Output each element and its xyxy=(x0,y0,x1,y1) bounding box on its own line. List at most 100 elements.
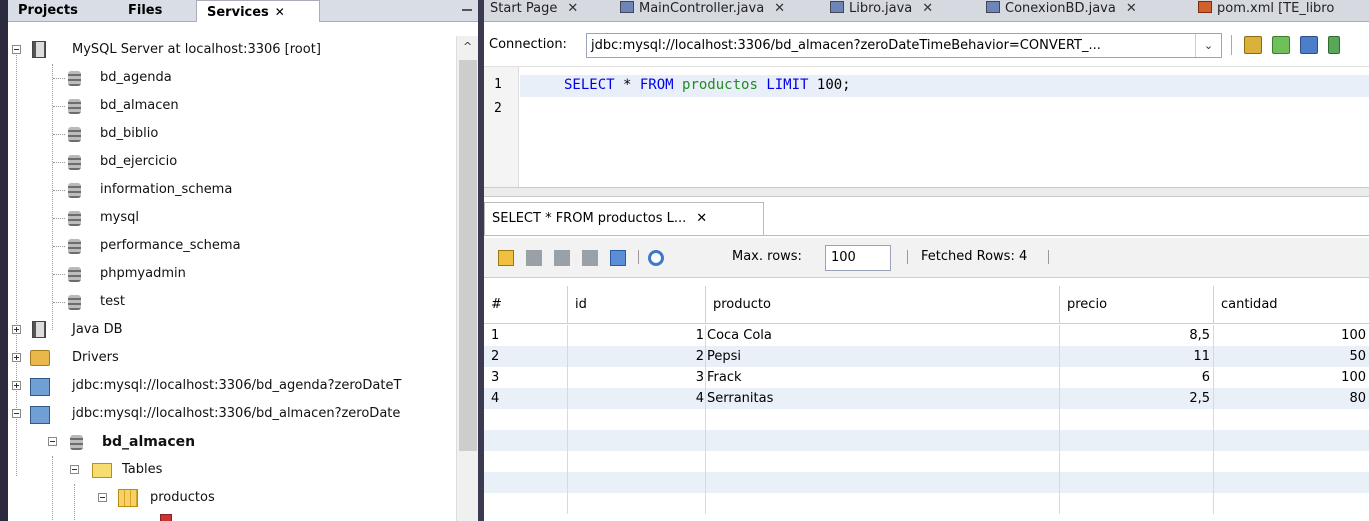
run-statement-icon[interactable] xyxy=(1272,36,1290,54)
line-number: 2 xyxy=(494,101,502,116)
collapse-icon[interactable] xyxy=(12,45,21,54)
connection-value: jdbc:mysql://localhost:3306/bd_almacen?z… xyxy=(591,38,1101,53)
history-icon[interactable] xyxy=(1328,36,1340,54)
refresh-icon[interactable] xyxy=(648,250,664,266)
collapse-icon[interactable] xyxy=(12,409,21,418)
tab-conexionbd[interactable]: ConexionBD.java ✕ xyxy=(980,0,1190,22)
tab-files[interactable]: Files xyxy=(118,0,188,22)
cell-cantidad[interactable]: 50 xyxy=(1214,346,1369,367)
column-header[interactable]: # xyxy=(484,286,568,324)
expand-icon[interactable] xyxy=(12,381,21,390)
column-header[interactable]: producto xyxy=(706,286,1060,324)
close-icon[interactable]: ✕ xyxy=(567,1,578,16)
minimize-icon[interactable] xyxy=(462,9,472,11)
cell-cantidad[interactable]: 100 xyxy=(1214,367,1369,388)
results-tabs: SELECT * FROM productos L... ✕ xyxy=(484,198,1369,236)
cell-producto[interactable]: Serranitas xyxy=(706,388,1060,409)
cell-precio[interactable]: 8,5 xyxy=(1060,325,1214,346)
cancel-edits-icon[interactable] xyxy=(582,250,598,266)
cell-precio[interactable]: 6 xyxy=(1060,367,1214,388)
select-connection-icon[interactable] xyxy=(1300,36,1318,54)
table-row[interactable]: 1 1 Coca Cola 8,5 100 xyxy=(484,325,1369,346)
expand-icon[interactable] xyxy=(12,325,21,334)
cell-cantidad[interactable]: 80 xyxy=(1214,388,1369,409)
column-header[interactable]: cantidad xyxy=(1214,286,1369,324)
tree-item-db[interactable]: bd_agenda xyxy=(8,64,456,92)
collapse-icon[interactable] xyxy=(98,493,107,502)
run-sql-icon[interactable] xyxy=(1244,36,1262,54)
cell-rownum: 1 xyxy=(484,325,568,346)
collapse-icon[interactable] xyxy=(48,437,57,446)
database-icon xyxy=(68,295,81,310)
close-icon[interactable]: ✕ xyxy=(275,5,285,19)
cell-id[interactable]: 4 xyxy=(568,388,706,409)
tree-item-db[interactable]: bd_ejercicio xyxy=(8,148,456,176)
truncate-table-icon[interactable] xyxy=(610,250,626,266)
cell-precio[interactable]: 11 xyxy=(1060,346,1214,367)
database-icon xyxy=(68,71,81,86)
services-panel: Projects Files Services ✕ MySQL Server at… xyxy=(8,0,478,521)
tree-item-db[interactable]: information_schema xyxy=(8,176,456,204)
tab-maincontroller[interactable]: MainController.java ✕ xyxy=(614,0,822,22)
tree-item-label: jdbc:mysql://localhost:3306/bd_almacen?z… xyxy=(72,406,401,421)
cell-cantidad[interactable]: 100 xyxy=(1214,325,1369,346)
tree-item-schema[interactable]: bd_almacen xyxy=(8,428,456,456)
close-icon[interactable]: ✕ xyxy=(696,211,707,226)
tree-item-drivers[interactable]: Drivers xyxy=(8,344,456,372)
sql-editor[interactable]: 1 2 SELECT * FROM productos LIMIT 100; xyxy=(484,66,1369,187)
insert-record-icon[interactable] xyxy=(498,250,514,266)
table-row[interactable]: 4 4 Serranitas 2,5 80 xyxy=(484,388,1369,409)
tree-item-connection-almacen[interactable]: jdbc:mysql://localhost:3306/bd_almacen?z… xyxy=(8,400,456,428)
chevron-down-icon[interactable]: ⌄ xyxy=(1195,34,1221,57)
tab-query-result[interactable]: SELECT * FROM productos L... ✕ xyxy=(484,202,764,235)
tree-item-label: Java DB xyxy=(72,322,123,337)
connection-select[interactable]: jdbc:mysql://localhost:3306/bd_almacen?z… xyxy=(586,33,1222,58)
tree-item-mysql-server[interactable]: MySQL Server at localhost:3306 [root] xyxy=(8,36,456,64)
commit-icon[interactable] xyxy=(554,250,570,266)
result-grid[interactable]: # id producto precio cantidad 1 1 Coca C… xyxy=(484,278,1369,521)
column-header[interactable]: precio xyxy=(1060,286,1214,324)
tab-projects[interactable]: Projects xyxy=(8,0,106,22)
tree-item-db[interactable]: phpmyadmin xyxy=(8,260,456,288)
close-icon[interactable]: ✕ xyxy=(774,1,785,16)
column-header[interactable]: id xyxy=(568,286,706,324)
cell-precio[interactable]: 2,5 xyxy=(1060,388,1214,409)
expand-icon[interactable] xyxy=(12,353,21,362)
tree-item-db[interactable]: bd_almacen xyxy=(8,92,456,120)
cell-id[interactable]: 3 xyxy=(568,367,706,388)
close-icon[interactable]: ✕ xyxy=(1126,1,1137,16)
tree-item-java-db[interactable]: Java DB xyxy=(8,316,456,344)
tree-item-label: mysql xyxy=(100,210,139,225)
cell-producto[interactable]: Frack xyxy=(706,367,1060,388)
tree-item-db[interactable]: test xyxy=(8,288,456,316)
table-row[interactable]: 3 3 Frack 6 100 xyxy=(484,367,1369,388)
database-icon xyxy=(68,211,81,226)
cell-producto[interactable]: Coca Cola xyxy=(706,325,1060,346)
close-icon[interactable]: ✕ xyxy=(922,1,933,16)
editor-results-splitter[interactable] xyxy=(484,187,1369,197)
tree-item-label: productos xyxy=(150,490,215,505)
server-icon xyxy=(32,41,46,58)
cell-producto[interactable]: Pepsi xyxy=(706,346,1060,367)
tree-item-label: information_schema xyxy=(100,182,233,197)
max-rows-input[interactable]: 100 xyxy=(825,245,891,271)
tree-item-db[interactable]: performance_schema xyxy=(8,232,456,260)
tab-services[interactable]: Services ✕ xyxy=(196,0,320,22)
cell-id[interactable]: 1 xyxy=(568,325,706,346)
cell-id[interactable]: 2 xyxy=(568,346,706,367)
tree-item-connection-agenda[interactable]: jdbc:mysql://localhost:3306/bd_agenda?ze… xyxy=(8,372,456,400)
tree-item-productos[interactable]: productos xyxy=(8,484,456,512)
tree-item-db[interactable]: mysql xyxy=(8,204,456,232)
collapse-icon[interactable] xyxy=(70,465,79,474)
table-row[interactable]: 2 2 Pepsi 11 50 xyxy=(484,346,1369,367)
tree-item-tables[interactable]: Tables xyxy=(8,456,456,484)
tab-start-page[interactable]: Start Page ✕ xyxy=(484,0,612,22)
tab-libro[interactable]: Libro.java ✕ xyxy=(824,0,978,22)
scroll-up-icon[interactable]: ^ xyxy=(463,40,472,53)
delete-record-icon[interactable] xyxy=(526,250,542,266)
vertical-scrollbar[interactable]: ^ xyxy=(456,36,478,521)
tree-item-db[interactable]: bd_biblio xyxy=(8,120,456,148)
sql-code[interactable]: SELECT * FROM productos LIMIT 100; xyxy=(564,77,851,93)
tab-pom[interactable]: pom.xml [TE_libro xyxy=(1192,0,1369,22)
scrollbar-thumb[interactable] xyxy=(459,60,477,451)
